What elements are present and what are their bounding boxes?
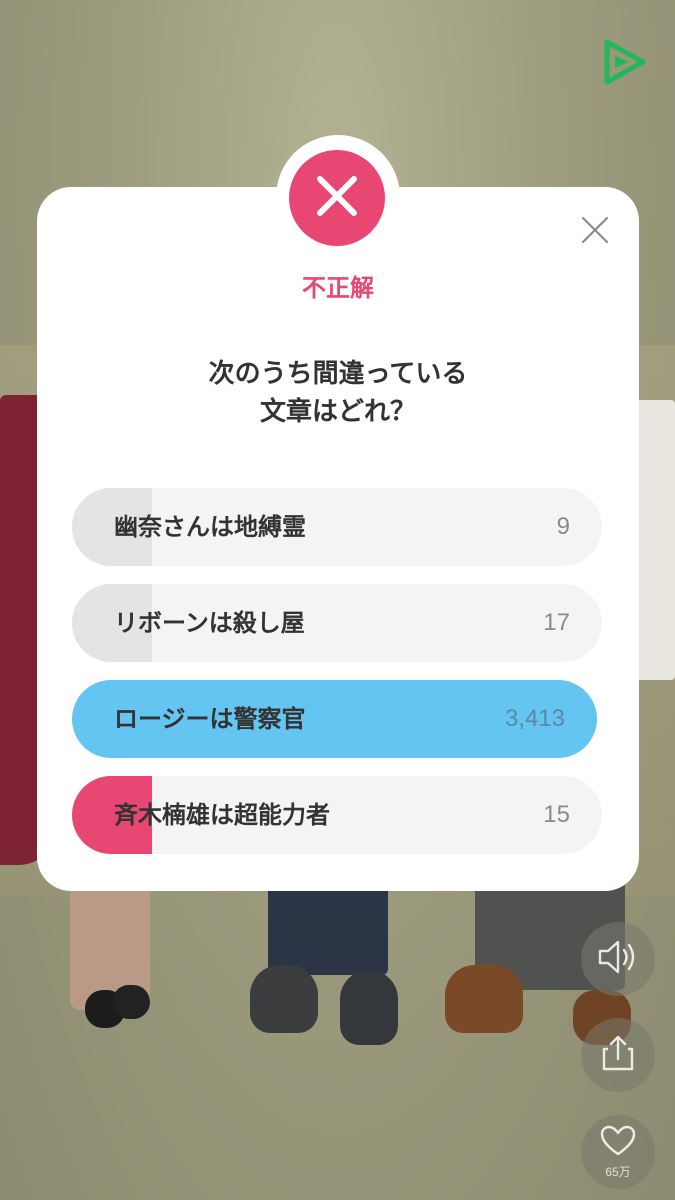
option-label: リボーンは殺し屋 [114, 609, 305, 637]
option-vote-count: 17 [543, 609, 570, 636]
x-mark-icon [312, 171, 362, 225]
speaker-icon [596, 937, 640, 981]
answer-option-correct[interactable]: ロージーは警察官 3,413 [72, 680, 597, 758]
close-button[interactable] [575, 212, 615, 252]
background-figure [445, 965, 523, 1033]
background-figure [268, 880, 388, 975]
sound-button[interactable] [581, 922, 655, 996]
answer-option[interactable]: 幽奈さんは地縛霊 9 [72, 488, 602, 566]
background-figure [250, 965, 318, 1033]
option-vote-count: 3,413 [504, 705, 565, 732]
share-button[interactable] [581, 1018, 655, 1092]
option-label: 幽奈さんは地縛霊 [114, 513, 306, 541]
option-vote-count: 9 [556, 513, 570, 540]
answer-option[interactable]: リボーンは殺し屋 17 [72, 584, 602, 662]
incorrect-badge [289, 150, 385, 246]
like-button[interactable]: 65万 [581, 1115, 655, 1189]
like-count: 65万 [605, 1164, 631, 1179]
question-line-2: 文章はどれ？ [259, 397, 416, 427]
option-label: 斉木楠雄は超能力者 [114, 801, 330, 829]
question-line-1: 次のうち間違っている [208, 359, 468, 389]
heart-icon [599, 1125, 637, 1161]
question-text: 次のうち間違っている 文章はどれ？ [37, 355, 639, 431]
play-triangle-icon[interactable] [603, 38, 647, 86]
answer-option-selected[interactable]: 斉木楠雄は超能力者 15 [72, 776, 602, 854]
option-label: ロージーは警察官 [114, 705, 306, 733]
background-figure [112, 985, 150, 1019]
background-figure [340, 970, 398, 1045]
option-vote-count: 15 [543, 801, 570, 828]
close-icon [581, 216, 609, 248]
result-label: 不正解 [302, 274, 374, 302]
share-icon [600, 1033, 636, 1077]
